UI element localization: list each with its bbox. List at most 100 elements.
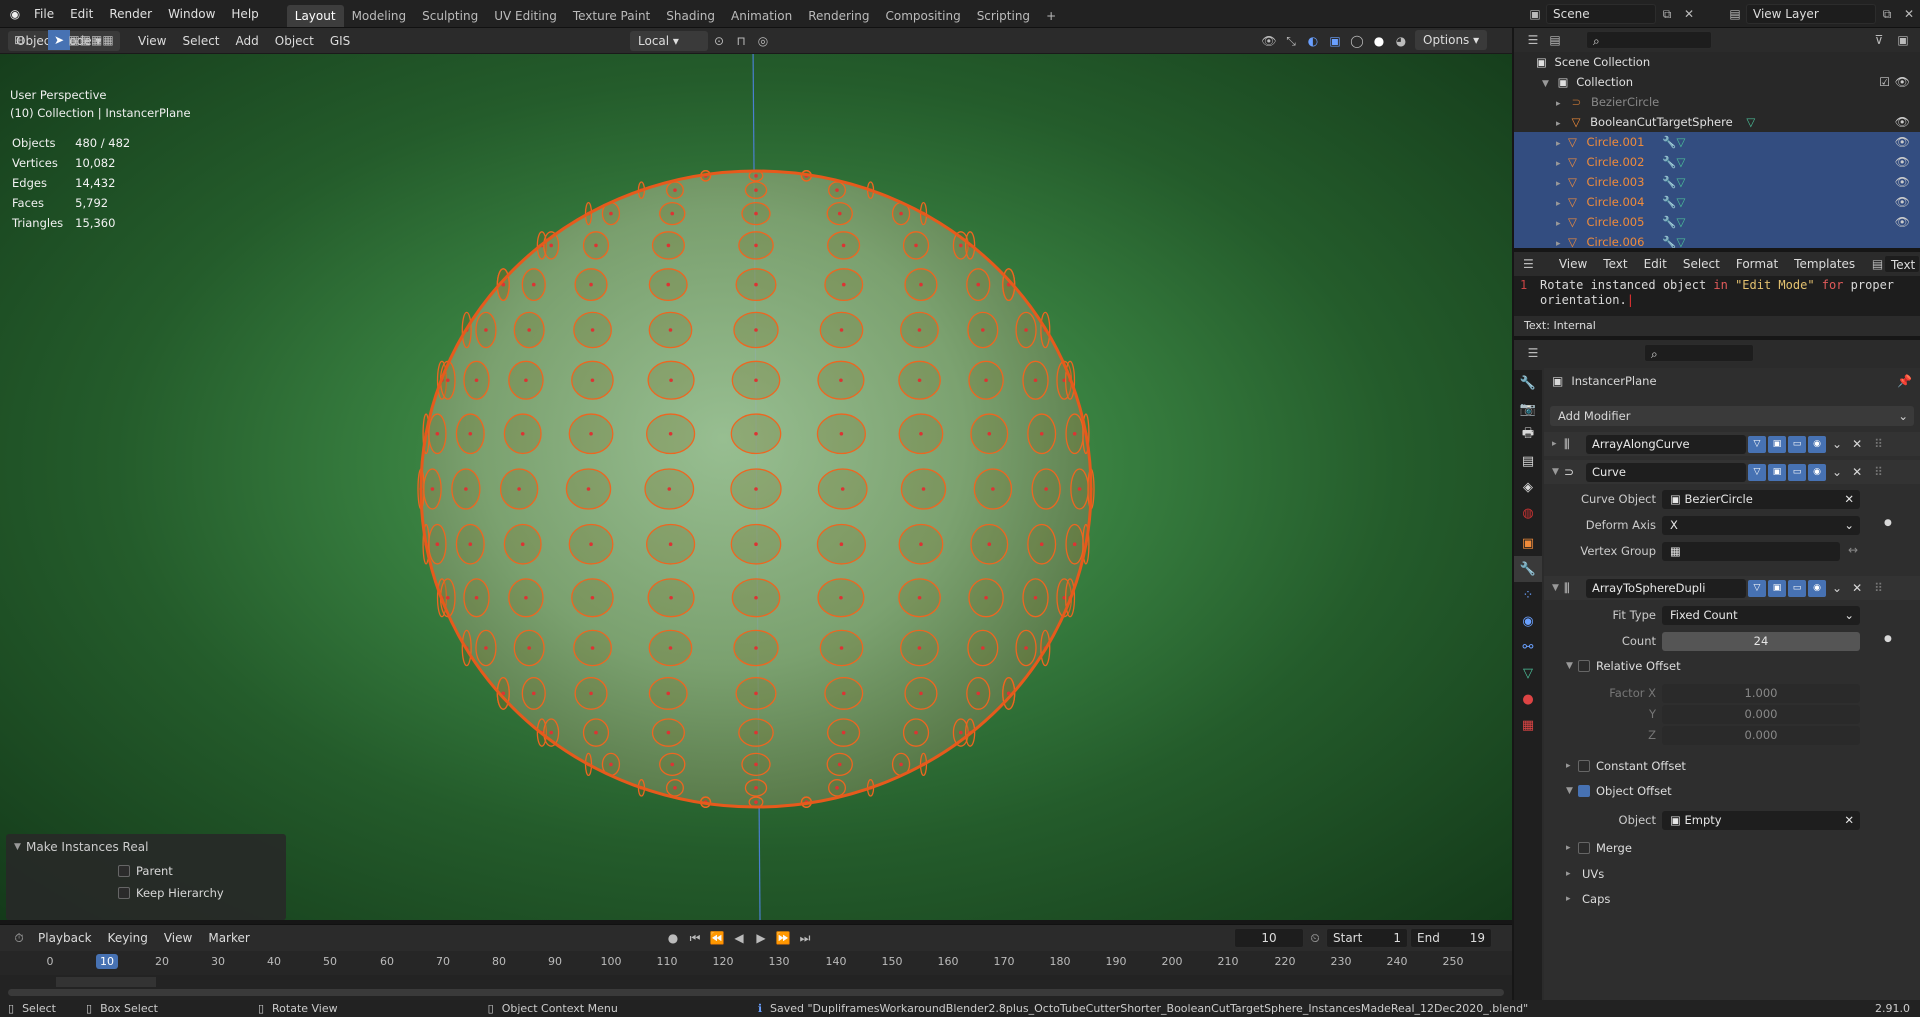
outliner-editor-type-icon[interactable]: ☰ bbox=[1522, 30, 1544, 50]
render-display-icon[interactable]: ◉ bbox=[1808, 463, 1826, 481]
menu-edit[interactable]: Edit bbox=[62, 0, 101, 28]
tab-uv-editing[interactable]: UV Editing bbox=[486, 5, 565, 27]
blender-logo-icon[interactable]: ◉ bbox=[4, 4, 26, 24]
viewport-menu-select[interactable]: Select bbox=[174, 31, 227, 51]
timeline-menu-marker[interactable]: Marker bbox=[200, 928, 257, 948]
eye-icon[interactable]: 👁 bbox=[1895, 132, 1910, 152]
collapse-triangle-icon[interactable]: ▼ bbox=[14, 842, 26, 852]
timeline-editor[interactable]: ⏱ Playback Keying View Marker ● ⏮ ⏪ ◀ ▶ … bbox=[0, 924, 1512, 1000]
scene-tab-icon[interactable]: ◈ bbox=[1514, 474, 1542, 500]
world-tab-icon[interactable]: ◍ bbox=[1514, 500, 1542, 526]
outliner[interactable]: ☰ ▤ ⌕ ⊽ ▣ ▣ Scene Collection ▼ ▣ Collect… bbox=[1514, 28, 1920, 248]
timeline-ruler[interactable]: 0 10 20 30 40 50 60 70 80 90 100 110 120… bbox=[0, 951, 1512, 975]
modifier-menu-icon[interactable]: ⌄ bbox=[1832, 437, 1842, 451]
view-layer-icon[interactable]: ▤ bbox=[1724, 4, 1746, 24]
scene-collection-row[interactable]: ▣ Scene Collection bbox=[1514, 52, 1920, 72]
tab-shading[interactable]: Shading bbox=[658, 5, 723, 27]
expand-triangle-icon[interactable]: ▸ bbox=[1556, 234, 1568, 248]
material-tab-icon[interactable]: ● bbox=[1514, 686, 1542, 712]
modifier-name-field[interactable]: ArrayToSphereDupli bbox=[1586, 578, 1746, 598]
outliner-item[interactable]: ▸ ⊃ BezierCircle bbox=[1514, 92, 1920, 112]
snap-icon[interactable]: ⊓ bbox=[730, 31, 752, 51]
text-menu-format[interactable]: Format bbox=[1728, 254, 1786, 274]
count-field[interactable]: 24 bbox=[1662, 632, 1860, 651]
output-tab-icon[interactable]: 🖶 bbox=[1514, 422, 1542, 448]
tool-tab-icon[interactable]: 🔧 bbox=[1514, 370, 1542, 396]
pivot-icon[interactable]: ⊙ bbox=[708, 31, 730, 51]
viewport-display-icon[interactable]: ▭ bbox=[1788, 463, 1806, 481]
menu-help[interactable]: Help bbox=[223, 0, 266, 28]
parent-checkbox[interactable] bbox=[118, 865, 130, 877]
keyframe-dot-icon[interactable]: ● bbox=[1884, 518, 1892, 528]
drag-handle-icon[interactable]: ⠿ bbox=[1874, 465, 1883, 479]
outliner-search-input[interactable]: ⌕ bbox=[1586, 31, 1712, 49]
tab-scripting[interactable]: Scripting bbox=[969, 5, 1038, 27]
expand-triangle-icon[interactable]: ▸ bbox=[1556, 214, 1568, 234]
collection-checkbox[interactable]: ☑ bbox=[1879, 72, 1890, 92]
solid-shading-icon[interactable]: ● bbox=[1368, 31, 1390, 51]
add-modifier-button[interactable]: Add Modifier ⌄ bbox=[1550, 406, 1914, 426]
texture-tab-icon[interactable]: ▦ bbox=[1514, 712, 1542, 738]
new-collection-icon[interactable]: ▣ bbox=[1892, 30, 1914, 50]
properties-editor-type-icon[interactable]: ☰ bbox=[1522, 343, 1544, 363]
operator-panel-header[interactable]: ▼ Make Instances Real bbox=[6, 834, 286, 860]
data-tab-icon[interactable]: ▽ bbox=[1514, 660, 1542, 686]
edit-mode-icon[interactable]: ▣ bbox=[1768, 463, 1786, 481]
expand-triangle-icon[interactable]: ▸ bbox=[1556, 194, 1568, 214]
clear-icon[interactable]: ✕ bbox=[1844, 811, 1860, 830]
physics-tab-icon[interactable]: ◉ bbox=[1514, 608, 1542, 634]
clock-icon[interactable]: ⏲ bbox=[1304, 928, 1326, 948]
curve-object-field[interactable]: ▣ BezierCircle ✕ bbox=[1662, 490, 1860, 509]
pin-icon[interactable]: 📌 bbox=[1897, 374, 1912, 388]
keep-hierarchy-option[interactable]: Keep Hierarchy bbox=[6, 878, 286, 900]
text-menu-templates[interactable]: Templates bbox=[1786, 254, 1863, 274]
render-display-icon[interactable]: ◉ bbox=[1808, 435, 1826, 453]
tab-modeling[interactable]: Modeling bbox=[344, 5, 415, 27]
outliner-item[interactable]: ▸ ▽ Circle.004 🔧▽ 👁 bbox=[1514, 192, 1920, 212]
modifier-header-curve[interactable]: ▼ ⊃ Curve ▽ ▣ ▭ ◉ ⌄ ✕ ⠿ bbox=[1544, 460, 1920, 484]
3d-viewport[interactable] bbox=[0, 44, 1512, 920]
edit-mode-icon[interactable]: ▣ bbox=[1768, 435, 1786, 453]
expand-triangle-icon[interactable]: ▸ bbox=[1566, 864, 1578, 884]
constant-offset-checkbox[interactable] bbox=[1578, 760, 1590, 772]
text-datablock-field[interactable]: Text bbox=[1883, 255, 1920, 273]
filter-icon[interactable]: ⊽ bbox=[1868, 30, 1890, 50]
scene-field[interactable]: Scene bbox=[1546, 4, 1656, 24]
text-menu-select[interactable]: Select bbox=[1675, 254, 1728, 274]
view-layer-field[interactable]: View Layer bbox=[1746, 4, 1876, 24]
tab-texture-paint[interactable]: Texture Paint bbox=[565, 5, 658, 27]
offset-object-field[interactable]: ▣ Empty ✕ bbox=[1662, 811, 1860, 830]
invert-icon[interactable]: ↔ bbox=[1848, 543, 1858, 557]
expand-triangle-icon[interactable]: ▸ bbox=[1566, 838, 1578, 858]
timeline-editor-type-icon[interactable]: ⏱ bbox=[8, 928, 30, 948]
expand-triangle-icon[interactable]: ▸ bbox=[1556, 154, 1568, 174]
vertex-group-field[interactable]: ▦ bbox=[1662, 542, 1840, 561]
tab-animation[interactable]: Animation bbox=[723, 5, 800, 27]
orientation-dropdown[interactable]: Local ▾ bbox=[630, 31, 708, 51]
object-offset-checkbox[interactable] bbox=[1578, 785, 1590, 797]
text-editor-type-icon[interactable]: ☰ bbox=[1522, 254, 1535, 274]
eye-icon[interactable]: 👁 bbox=[1895, 192, 1910, 212]
keyframe-dot-icon[interactable]: ● bbox=[1884, 634, 1892, 644]
expand-triangle-icon[interactable]: ▼ bbox=[1542, 74, 1554, 94]
jump-start-icon[interactable]: ⏮ bbox=[684, 928, 706, 948]
constant-offset-subpanel[interactable]: ▸ Constant Offset bbox=[1566, 756, 1686, 776]
collapse-triangle-icon[interactable]: ▼ bbox=[1552, 467, 1564, 477]
edit-cage-icon[interactable]: ▽ bbox=[1748, 463, 1766, 481]
play-icon[interactable]: ▶ bbox=[750, 928, 772, 948]
next-key-icon[interactable]: ⏩ bbox=[772, 928, 794, 948]
select-tool-icon[interactable]: ➤ bbox=[48, 30, 70, 50]
operator-redo-panel[interactable]: ▼ Make Instances Real Parent Keep Hierar… bbox=[6, 834, 286, 920]
properties-search-input[interactable]: ⌕ bbox=[1644, 344, 1754, 362]
factor-z-field[interactable]: 0.000 bbox=[1662, 726, 1860, 745]
object-tab-icon[interactable]: ▣ bbox=[1514, 530, 1542, 556]
jump-end-icon[interactable]: ⏭ bbox=[794, 928, 816, 948]
play-reverse-icon[interactable]: ◀ bbox=[728, 928, 750, 948]
viewport-display-icon[interactable]: ▭ bbox=[1788, 435, 1806, 453]
add-workspace-button[interactable]: + bbox=[1038, 5, 1064, 27]
drag-handle-icon[interactable]: ⠿ bbox=[1874, 437, 1883, 451]
parent-option[interactable]: Parent bbox=[6, 860, 286, 878]
remove-modifier-icon[interactable]: ✕ bbox=[1852, 437, 1862, 451]
outliner-item[interactable]: ▸ ▽ Circle.006 🔧▽ bbox=[1514, 232, 1920, 248]
uvs-subpanel[interactable]: ▸ UVs bbox=[1566, 864, 1604, 884]
